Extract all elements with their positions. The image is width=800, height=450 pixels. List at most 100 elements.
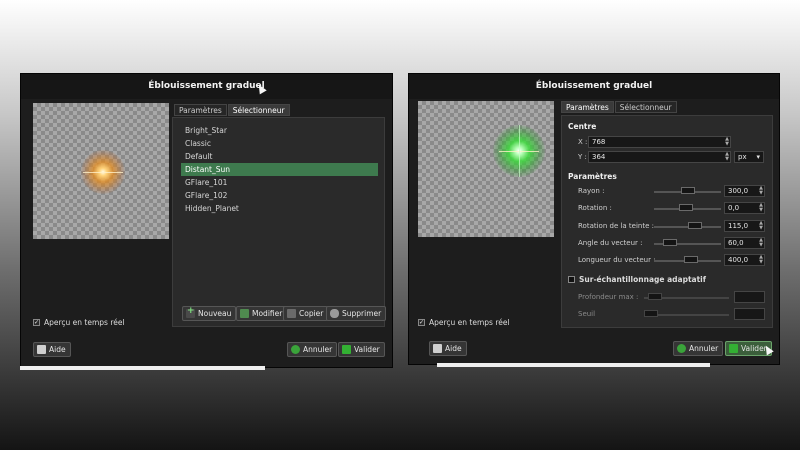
threshold-slider-thumb[interactable] <box>644 310 658 317</box>
realtime-preview-label: Aperçu en temps réel <box>429 318 510 327</box>
param-value: 60,0 <box>728 239 744 247</box>
centre-heading: Centre <box>568 122 597 131</box>
realtime-preview-toggle[interactable]: ✓ Aperçu en temps réel <box>33 318 125 327</box>
copy-icon <box>287 309 296 318</box>
slider-thumb[interactable] <box>663 239 677 246</box>
cancel-button-label: Annuler <box>689 344 719 353</box>
list-item-distant-sun[interactable]: Distant_Sun <box>181 163 378 176</box>
copy-button[interactable]: Copier <box>283 306 329 321</box>
param-input[interactable]: 400,0 ▲ ▼ <box>724 254 765 266</box>
cancel-icon <box>677 344 686 353</box>
flare-dialog-selector: Éblouissement graduel Paramètres Sélecti… <box>20 73 393 368</box>
help-icon <box>433 344 442 353</box>
list-item-classic[interactable]: Classic <box>181 137 378 150</box>
unit-select[interactable]: px ▾ <box>734 151 764 163</box>
help-button[interactable]: Aide <box>429 341 467 356</box>
param-input[interactable]: 300,0 ▲ ▼ <box>724 185 765 197</box>
dialog-title: Éblouissement graduel <box>409 74 779 99</box>
threshold-label: Seuil <box>578 310 596 318</box>
parametres-heading: Paramètres <box>568 172 617 181</box>
ok-icon <box>342 345 351 354</box>
flare-dialog-parameters: Éblouissement graduel Paramètres Sélecti… <box>408 73 780 365</box>
list-item-gflare-101[interactable]: GFlare_101 <box>181 176 378 189</box>
spin-arrows-icon[interactable]: ▲ ▼ <box>759 255 763 265</box>
tab-parametres[interactable]: Paramètres <box>174 104 227 116</box>
param-input[interactable]: 0,0 ▲ ▼ <box>724 202 765 214</box>
depth-slider-thumb[interactable] <box>648 293 662 300</box>
slider-thumb[interactable] <box>678 204 693 211</box>
y-label: Y : <box>578 153 587 161</box>
list-item-gflare-102[interactable]: GFlare_102 <box>181 189 378 202</box>
help-button-label: Aide <box>445 344 462 353</box>
parameters-panel: Centre X : 768 ▲ ▼ Y : 364 ▲ ▼ px ▾ Paramè… <box>561 115 773 328</box>
ok-icon <box>729 344 738 353</box>
help-icon <box>37 345 46 354</box>
list-item-hidden-planet[interactable]: Hidden_Planet <box>181 202 378 215</box>
param-input[interactable]: 60,0 ▲ ▼ <box>724 237 765 249</box>
spin-arrows-icon[interactable]: ▲ ▼ <box>725 152 729 162</box>
spin-arrows-icon[interactable]: ▲ ▼ <box>759 203 763 213</box>
x-label: X : <box>578 138 588 146</box>
depth-label: Profondeur max : <box>578 293 639 301</box>
slider-thumb[interactable] <box>688 222 703 229</box>
slider-thumb[interactable] <box>684 256 699 263</box>
flare-preview-orange <box>81 150 125 194</box>
x-value: 768 <box>592 138 606 146</box>
param-label: Rotation de la teinte : <box>578 222 655 230</box>
threshold-input[interactable] <box>734 308 765 320</box>
param-label: Rotation : <box>578 204 612 212</box>
x-input[interactable]: 768 ▲ ▼ <box>588 136 731 148</box>
cancel-button[interactable]: Annuler <box>287 342 338 357</box>
cancel-icon <box>291 345 300 354</box>
help-button-label: Aide <box>49 345 66 354</box>
cancel-button[interactable]: Annuler <box>673 341 724 356</box>
list-item-default[interactable]: Default <box>181 150 378 163</box>
edit-button-label: Modifier <box>252 309 283 318</box>
checkbox-checked-icon[interactable]: ✓ <box>418 319 425 326</box>
ok-button-label: Valider <box>354 345 380 354</box>
realtime-preview-toggle[interactable]: ✓ Aperçu en temps réel <box>418 318 510 327</box>
realtime-preview-label: Aperçu en temps réel <box>44 318 125 327</box>
delete-button[interactable]: Supprimer <box>326 306 387 321</box>
y-input[interactable]: 364 ▲ ▼ <box>588 151 731 163</box>
new-button-label: Nouveau <box>198 309 232 318</box>
param-value: 115,0 <box>728 222 749 230</box>
copy-button-label: Copier <box>299 309 324 318</box>
supersampling-toggle[interactable]: Sur-échantillonnage adaptatif <box>568 275 706 284</box>
supersampling-label: Sur-échantillonnage adaptatif <box>579 275 707 284</box>
list-item-bright-star[interactable]: Bright_Star <box>181 124 378 137</box>
slider-thumb[interactable] <box>680 187 695 194</box>
tab-parametres[interactable]: Paramètres <box>561 101 614 113</box>
depth-input[interactable] <box>734 291 765 303</box>
help-button[interactable]: Aide <box>33 342 71 357</box>
spin-arrows-icon[interactable]: ▲ ▼ <box>725 137 729 147</box>
new-icon <box>186 306 195 318</box>
delete-button-label: Supprimer <box>342 309 382 318</box>
param-value: 400,0 <box>728 256 749 264</box>
preview-canvas <box>33 103 169 239</box>
dialog-title: Éblouissement graduel <box>21 74 392 99</box>
y-value: 364 <box>592 153 606 161</box>
cancel-button-label: Annuler <box>303 345 333 354</box>
delete-icon <box>330 309 339 318</box>
param-label: Angle du vecteur : <box>578 239 643 247</box>
unit-value: px <box>738 153 747 161</box>
ok-button[interactable]: Valider <box>338 342 385 357</box>
spin-arrows-icon[interactable]: ▲ ▼ <box>759 186 763 196</box>
param-value: 300,0 <box>728 187 749 195</box>
new-button[interactable]: Nouveau <box>182 306 237 321</box>
checkbox-checked-icon[interactable]: ✓ <box>33 319 40 326</box>
spin-arrows-icon[interactable]: ▲ ▼ <box>759 238 763 248</box>
chevron-down-icon: ▾ <box>756 153 760 161</box>
edit-button[interactable]: Modifier <box>236 306 288 321</box>
tab-selectionneur[interactable]: Sélectionneur <box>614 101 677 113</box>
param-label: Longueur du vecteur : <box>578 256 656 264</box>
flare-list: Bright_Star Classic Default Distant_Sun … <box>181 124 378 215</box>
spin-arrows-icon[interactable]: ▲ ▼ <box>759 221 763 231</box>
param-input[interactable]: 115,0 ▲ ▼ <box>724 220 765 232</box>
tab-selectionneur[interactable]: Sélectionneur <box>227 104 290 116</box>
flare-list-panel: Bright_Star Classic Default Distant_Sun … <box>172 117 387 327</box>
preview-canvas <box>418 101 554 237</box>
param-value: 0,0 <box>728 204 740 212</box>
checkbox-unchecked-icon[interactable] <box>568 276 575 283</box>
